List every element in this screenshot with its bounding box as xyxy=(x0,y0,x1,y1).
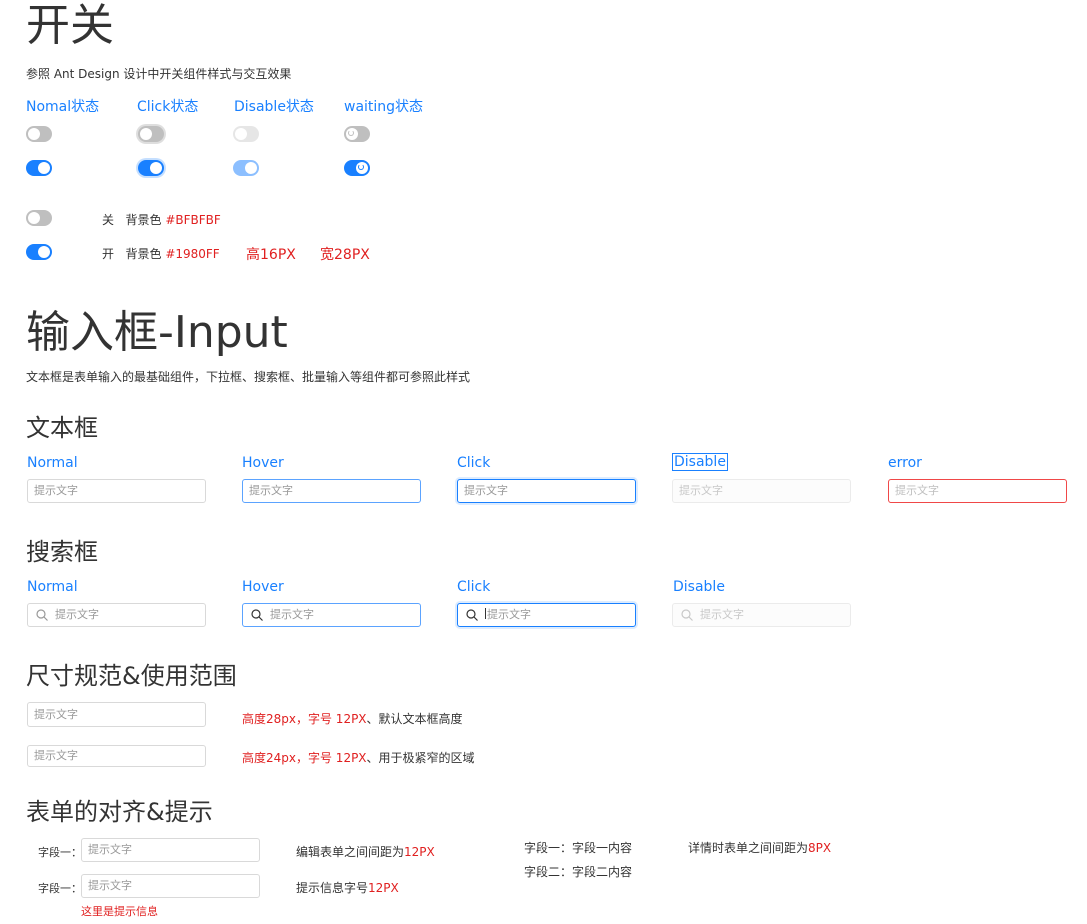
textbox-state-disable-text: Disable xyxy=(672,453,728,471)
form-field-label-2: 字段一： xyxy=(38,882,82,895)
searchbox-state-normal: Normal xyxy=(27,579,78,595)
placeholder: 提示文字 xyxy=(88,879,132,892)
textbox-normal-input[interactable]: 提示文字 xyxy=(27,479,206,503)
text-cursor xyxy=(485,608,486,619)
switch-spec-off[interactable] xyxy=(26,210,52,226)
size-24-input[interactable]: 提示文字 xyxy=(27,745,206,767)
form-spacing-note-value: 12PX xyxy=(404,845,435,859)
textbox-hover-input[interactable]: 提示文字 xyxy=(242,479,421,503)
switch-disabled-off xyxy=(233,126,259,142)
switch-state-click-label: Click状态 xyxy=(137,99,199,115)
textbox-state-error: error xyxy=(888,455,922,471)
off-color-value: #BFBFBF xyxy=(165,213,221,227)
size-spec-title: 尺寸规范&使用范围 xyxy=(26,662,237,690)
switch-normal-on[interactable] xyxy=(26,160,52,176)
switch-on-spec: 开 背景色 #1980FF xyxy=(102,245,220,262)
switch-normal-off[interactable] xyxy=(26,126,52,142)
placeholder: 提示文字 xyxy=(34,484,78,497)
switch-spec-on[interactable] xyxy=(26,244,52,260)
switch-disabled-on xyxy=(233,160,259,176)
off-bg-label: 背景色 xyxy=(125,213,162,227)
searchbox-state-disable: Disable xyxy=(673,579,725,595)
input-subtitle: 文本框是表单输入的最基础组件，下拉框、搜索框、批量输入等组件都可参照此样式 xyxy=(26,370,471,384)
textbox-state-hover: Hover xyxy=(242,455,284,471)
search-icon xyxy=(251,609,263,621)
detail-spacing-note-value: 8PX xyxy=(808,841,832,855)
placeholder: 提示文字 xyxy=(464,484,508,497)
switch-height-note: 高16PX xyxy=(246,247,296,263)
form-field-label-1: 字段一： xyxy=(38,846,82,859)
textbox-click-input[interactable]: 提示文字 xyxy=(457,479,636,503)
detail-row-1: 字段一：字段一内容 xyxy=(524,841,633,855)
form-hint-size-note-value: 12PX xyxy=(368,881,399,895)
switch-waiting-off xyxy=(344,126,370,142)
searchbox-disabled-input: 提示文字 xyxy=(672,603,851,627)
placeholder: 提示文字 xyxy=(700,608,744,621)
form-field-input-1[interactable]: 提示文字 xyxy=(81,838,260,862)
searchbox-title: 搜索框 xyxy=(26,538,98,566)
switch-click-on[interactable] xyxy=(138,160,164,176)
textbox-disabled-input: 提示文字 xyxy=(672,479,851,503)
switch-waiting-on xyxy=(344,160,370,176)
switch-subtitle: 参照 Ant Design 设计中开关组件样式与交互效果 xyxy=(26,67,292,81)
switch-title: 开关 xyxy=(26,0,114,51)
search-icon xyxy=(681,609,693,621)
off-label: 关 xyxy=(102,213,115,227)
placeholder: 提示文字 xyxy=(55,608,99,621)
placeholder: 提示文字 xyxy=(34,708,78,721)
on-bg-label: 背景色 xyxy=(125,247,162,261)
size-24-note-highlight: 高度24px，字号 12PX xyxy=(242,751,367,765)
size-24-note: 高度24px，字号 12PX、用于极紧窄的区域 xyxy=(242,749,475,766)
placeholder: 提示文字 xyxy=(88,843,132,856)
form-align-title: 表单的对齐&提示 xyxy=(26,798,213,826)
form-hint-size-note-text: 提示信息字号 xyxy=(296,881,369,895)
textbox-title: 文本框 xyxy=(26,414,98,442)
detail-spacing-note: 详情时表单之间间距为8PX xyxy=(688,839,831,856)
size-28-note: 高度28px，字号 12PX、默认文本框高度 xyxy=(242,710,463,727)
textbox-state-click: Click xyxy=(457,455,491,471)
searchbox-normal-input[interactable]: 提示文字 xyxy=(27,603,206,627)
switch-click-off[interactable] xyxy=(138,126,164,142)
textbox-state-disable: Disable xyxy=(672,453,728,471)
size-28-note-highlight: 高度28px，字号 12PX xyxy=(242,712,367,726)
textbox-error-input[interactable]: 提示文字 xyxy=(888,479,1067,503)
placeholder: 提示文字 xyxy=(270,608,314,621)
form-hint-size-note: 提示信息字号12PX xyxy=(296,879,399,896)
searchbox-hover-input[interactable]: 提示文字 xyxy=(242,603,421,627)
switch-state-normal-label: Nomal状态 xyxy=(26,99,100,115)
detail-row-2: 字段二：字段二内容 xyxy=(524,865,633,879)
size-24-note-text: 、用于极紧窄的区域 xyxy=(366,751,475,765)
placeholder: 提示文字 xyxy=(34,749,78,762)
placeholder: 提示文字 xyxy=(487,608,531,621)
switch-state-waiting-label: waiting状态 xyxy=(344,99,424,115)
form-field-input-2[interactable]: 提示文字 xyxy=(81,874,260,898)
form-hint-message: 这里是提示信息 xyxy=(81,905,158,918)
search-icon xyxy=(466,609,478,621)
searchbox-state-click: Click xyxy=(457,579,491,595)
searchbox-state-hover: Hover xyxy=(242,579,284,595)
textbox-state-normal: Normal xyxy=(27,455,78,471)
detail-spacing-note-text: 详情时表单之间间距为 xyxy=(688,841,809,855)
form-spacing-note: 编辑表单之间间距为12PX xyxy=(296,843,435,860)
switch-width-note: 宽28PX xyxy=(320,247,370,263)
switch-state-disable-label: Disable状态 xyxy=(234,99,314,115)
placeholder: 提示文字 xyxy=(249,484,293,497)
input-title: 输入框-Input xyxy=(26,307,288,358)
placeholder: 提示文字 xyxy=(895,484,939,497)
switch-off-spec: 关 背景色 #BFBFBF xyxy=(102,211,221,228)
on-color-value: #1980FF xyxy=(165,247,220,261)
on-label: 开 xyxy=(102,247,115,261)
form-spacing-note-text: 编辑表单之间间距为 xyxy=(296,845,405,859)
placeholder: 提示文字 xyxy=(679,484,723,497)
search-icon xyxy=(36,609,48,621)
searchbox-click-input[interactable]: 提示文字 xyxy=(457,603,636,627)
size-28-note-text: 、默认文本框高度 xyxy=(366,712,463,726)
size-28-input[interactable]: 提示文字 xyxy=(27,702,206,727)
